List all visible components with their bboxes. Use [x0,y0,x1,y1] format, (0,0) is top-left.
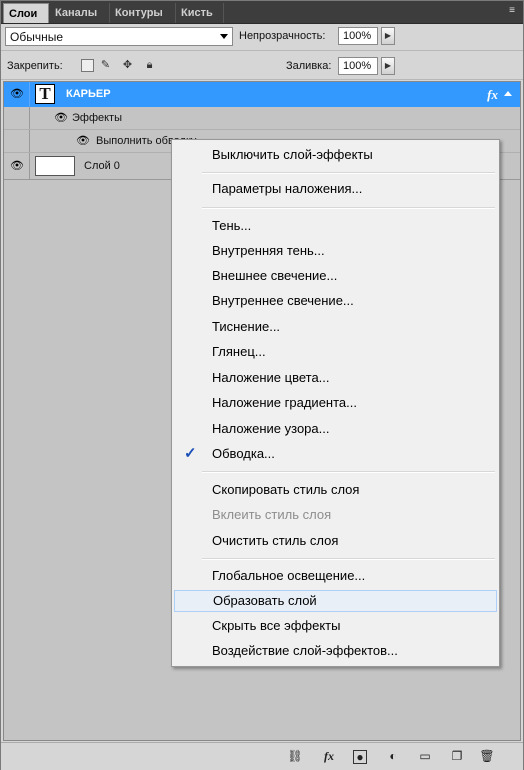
fill-slider-button[interactable]: ▶ [381,57,395,75]
layer-row-text[interactable]: 👁︎ T КАРЬЕР fx [4,82,520,107]
brush-icon[interactable]: ✎ [99,59,112,72]
layer-thumbnail [35,156,75,176]
effects-label: Эффекты [72,112,123,124]
add-mask-icon[interactable]: ● [353,750,367,764]
layer-style-context-menu: Выключить слой-эффекты Параметры наложен… [171,139,500,667]
eye-cell [4,107,30,129]
effects-row[interactable]: 👁︎ Эффекты [4,107,520,130]
menu-item-bevel-emboss[interactable]: Тиснение... [174,316,497,338]
menu-item-drop-shadow[interactable]: Тень... [174,215,497,237]
panel-bottom-bar: ⛓ fx ● ◐ ▭ ❐ 🗑︎ [1,742,523,770]
menu-item-hide-all-effects[interactable]: Скрыть все эффекты [174,615,497,637]
text-layer-thumbnail: T [35,84,55,104]
opacity-slider-button[interactable]: ▶ [381,27,395,45]
tab-channels[interactable]: Каналы [50,3,110,23]
opacity-input[interactable]: 100% [338,27,378,45]
menu-item-satin[interactable]: Глянец... [174,341,497,363]
menu-item-paste-style: Вклеить стиль слоя [212,507,332,522]
menu-separator [202,471,495,473]
menu-item-blending-options[interactable]: Параметры наложения... [174,178,497,200]
add-style-icon[interactable]: fx [321,748,337,764]
tab-layers[interactable]: Слои [3,3,49,23]
menu-item-clear-style[interactable]: Очистить стиль слоя [174,530,497,552]
eye-cell [4,130,30,152]
menu-item-color-overlay[interactable]: Наложение цвета... [174,367,497,389]
blend-mode-select[interactable]: Обычные [5,27,233,46]
adjustment-layer-icon[interactable]: ◐ [385,748,401,764]
trash-icon[interactable]: 🗑︎ [479,748,495,764]
opacity-label: Непрозрачность: [239,30,326,42]
menu-item-inner-glow[interactable]: Внутреннее свечение... [174,290,497,312]
menu-item-scale-effects[interactable]: Воздействие слой-эффектов... [174,640,497,662]
blend-mode-value: Обычные [10,30,64,44]
lock-icon[interactable]: 🔒︎ [143,59,156,72]
chevron-down-icon [220,34,228,39]
lock-fill-row: Закрепить: ✎ ✥ 🔒︎ Заливка: 100% ▶ [1,53,523,80]
menu-separator [202,207,495,209]
lock-transparency-icon[interactable] [81,59,94,72]
layer-name[interactable]: Слой 0 [84,160,120,172]
layer-name[interactable]: КАРЬЕР [66,88,111,100]
menu-item-stroke[interactable]: ✓ Обводка... [174,443,497,465]
checkmark-icon: ✓ [184,445,197,462]
move-icon[interactable]: ✥ [121,59,134,72]
collapse-effects-icon[interactable] [504,91,512,96]
panel-tab-bar: Слои Каналы Контуры Кисть ≡ [1,1,523,24]
panel-menu-icon[interactable]: ≡ [505,4,519,18]
tab-brush[interactable]: Кисть [176,3,224,23]
menu-item-inner-shadow[interactable]: Внутренняя тень... [174,240,497,262]
menu-item-gradient-overlay[interactable]: Наложение градиента... [174,392,497,414]
fx-icon[interactable]: fx [487,87,498,103]
link-layers-icon[interactable]: ⛓ [287,748,303,764]
menu-item-pattern-overlay[interactable]: Наложение узора... [174,418,497,440]
lock-label: Закрепить: [7,60,63,72]
menu-item-global-light[interactable]: Глобальное освещение... [174,565,497,587]
menu-item-outer-glow[interactable]: Внешнее свечение... [174,265,497,287]
eye-icon[interactable]: 👁︎ [74,134,92,148]
menu-separator [202,558,495,560]
eye-icon[interactable]: 👁︎ [8,159,26,173]
menu-item-disable-effects[interactable]: Выключить слой-эффекты [174,144,497,166]
menu-separator [202,172,495,174]
menu-item-create-layer[interactable]: Образовать слой [174,590,497,612]
tab-paths[interactable]: Контуры [110,3,176,23]
fill-label: Заливка: [286,60,332,72]
new-group-icon[interactable]: ▭ [417,748,433,764]
menu-item-label: Обводка... [212,446,275,461]
eye-icon[interactable]: 👁︎ [8,87,26,101]
menu-item-copy-style[interactable]: Скопировать стиль слоя [174,479,497,501]
eye-icon[interactable]: 👁︎ [52,111,70,125]
fill-input[interactable]: 100% [338,57,378,75]
blend-options-row: Обычные Непрозрачность: 100% ▶ [1,24,523,51]
new-layer-icon[interactable]: ❐ [449,748,465,764]
